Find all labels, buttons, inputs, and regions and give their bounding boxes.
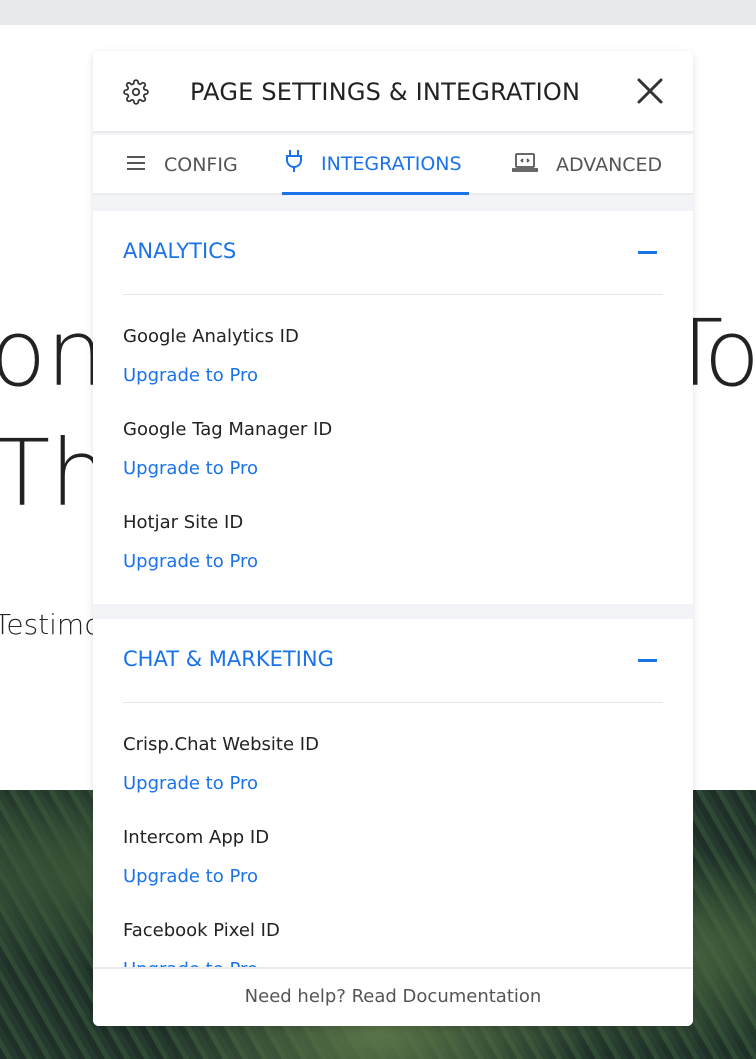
tab-config[interactable]: CONFIG [126,135,238,195]
collapse-minus-icon[interactable] [638,659,657,662]
upgrade-link[interactable]: Upgrade to Pro [123,458,258,479]
chat-marketing-section: CHAT & MARKETING Crisp.Chat Website ID U… [93,619,693,967]
laptop-code-icon [512,152,538,179]
field-label: Intercom App ID [123,827,270,848]
section-title[interactable]: CHAT & MARKETING [123,647,334,671]
upgrade-link[interactable]: Upgrade to Pro [123,773,258,794]
panel-title: PAGE SETTINGS & INTEGRATION [190,78,581,106]
background-subtext: Testimo [0,608,102,641]
tab-label: INTEGRATIONS [321,152,462,175]
tab-advanced[interactable]: ADVANCED [512,135,662,195]
upgrade-link[interactable]: Upgrade to Pro [123,365,258,386]
help-documentation-link[interactable]: Need help? Read Documentation [93,967,693,1026]
gear-icon [123,79,149,109]
tab-label: CONFIG [164,154,238,176]
close-icon[interactable] [636,77,664,109]
tab-bar: CONFIG INTEGRATIONS ADVANCED [93,135,693,195]
page-settings-panel: PAGE SETTINGS & INTEGRATION CONFIG INTEG… [93,51,693,1026]
upgrade-link[interactable]: Upgrade to Pro [123,551,258,572]
divider [123,702,663,703]
menu-icon [126,154,146,177]
field-label: Hotjar Site ID [123,512,244,533]
tab-integrations[interactable]: INTEGRATIONS [282,135,469,195]
analytics-section: ANALYTICS Google Analytics ID Upgrade to… [93,211,693,604]
section-title[interactable]: ANALYTICS [123,239,236,263]
divider [123,294,663,295]
upgrade-link[interactable]: Upgrade to Pro [123,866,258,887]
browser-top-bar [0,0,756,25]
collapse-minus-icon[interactable] [638,251,657,254]
field-label: Crisp.Chat Website ID [123,734,319,755]
tab-label: ADVANCED [556,154,663,176]
field-label: Google Tag Manager ID [123,419,333,440]
field-label: Google Analytics ID [123,326,299,347]
panel-header: PAGE SETTINGS & INTEGRATION [93,51,693,133]
plug-icon [285,149,303,178]
upgrade-link[interactable]: Upgrade to Pro [123,959,258,967]
field-label: Facebook Pixel ID [123,920,280,941]
